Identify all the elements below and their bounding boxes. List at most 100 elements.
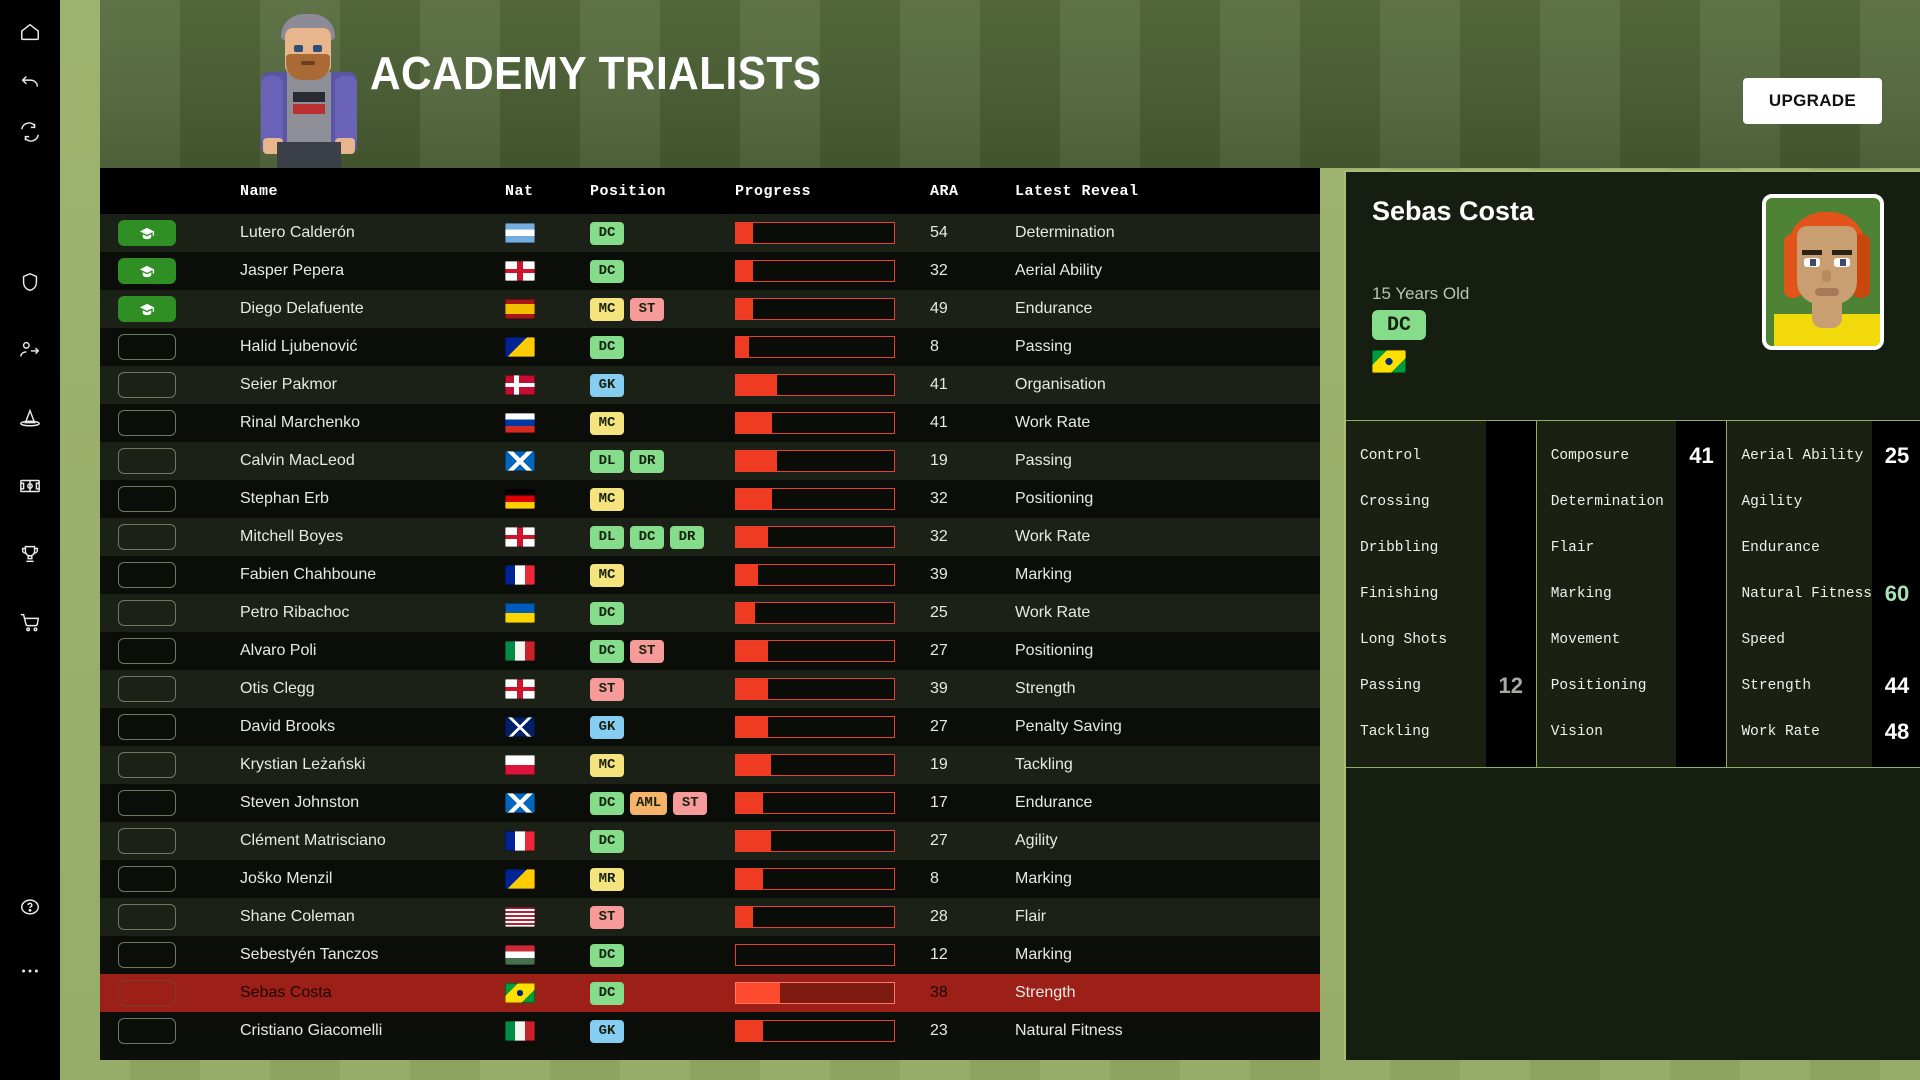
refresh-icon[interactable] [10,112,50,152]
table-row[interactable]: Jasper Pepera DC 32 Aerial Ability [100,252,1320,290]
table-row[interactable]: Petro Ribachoc DC 25 Work Rate [100,594,1320,632]
table-row[interactable]: Seier Pakmor GK 41 Organisation [100,366,1320,404]
progress-bar-fill [736,793,763,813]
table-row[interactable]: Rinal Marchenko MC 41 Work Rate [100,404,1320,442]
attribute-value: 41 [1689,443,1714,468]
position-tag: MC [590,297,624,321]
progress-cell [735,602,930,624]
row-select-checkbox[interactable] [118,334,176,360]
attribute-column-2: Composure Determination Flair Marking Moveme… [1536,421,1728,767]
player-latest-reveal: Penalty Saving [1015,718,1122,735]
position-tag: MC [590,563,624,587]
more-icon[interactable] [10,951,50,991]
progress-cell [735,716,930,738]
progress-bar-fill [736,641,768,661]
player-latest-reveal: Organisation [1015,376,1106,393]
table-row[interactable]: David Brooks GK 27 Penalty Saving [100,708,1320,746]
attribute-value: 12 [1498,673,1523,698]
table-row[interactable]: Halid Ljubenović DC 8 Passing [100,328,1320,366]
table-row[interactable]: Sebas Costa DC 38 Strength [100,974,1320,1012]
progress-bar [735,222,895,244]
home-icon[interactable] [10,12,50,52]
player-ara: 49 [930,300,948,317]
player-positions: MC [590,563,735,587]
progress-bar [735,716,895,738]
table-row[interactable]: Steven Johnston DC AML ST 17 Endurance [100,784,1320,822]
player-name: Mitchell Boyes [240,528,344,545]
player-latest-reveal: Determination [1015,224,1115,241]
table-row[interactable]: Sebestyén Tanczos DC 12 Marking [100,936,1320,974]
table-row[interactable]: Shane Coleman ST 28 Flair [100,898,1320,936]
table-row[interactable]: Calvin MacLeod DL DR 19 Passing [100,442,1320,480]
table-row[interactable]: Krystian Leżański MC 19 Tackling [100,746,1320,784]
row-select-checkbox[interactable] [118,942,176,968]
transfers-icon[interactable] [10,330,50,370]
table-row[interactable]: Otis Clegg ST 39 Strength [100,670,1320,708]
table-row[interactable]: Cristiano Giacomelli GK 23 Natural Fitness [100,1012,1320,1050]
player-nationality [505,755,590,775]
table-row[interactable]: Clément Matrisciano DC 27 Agility [100,822,1320,860]
player-ara: 38 [930,984,948,1001]
player-nationality [505,565,590,585]
table-row[interactable]: Stephan Erb MC 32 Positioning [100,480,1320,518]
player-latest-reveal: Aerial Ability [1015,262,1103,279]
table-row[interactable]: Alvaro Poli DC ST 27 Positioning [100,632,1320,670]
graduation-cap-icon[interactable] [118,296,176,322]
table-row[interactable]: Joško Menzil MR 8 Marking [100,860,1320,898]
row-select-checkbox[interactable] [118,448,176,474]
attribute-value [1676,491,1726,513]
graduation-cap-icon[interactable] [118,258,176,284]
row-select-checkbox[interactable] [118,676,176,702]
row-select-checkbox[interactable] [118,980,176,1006]
row-select-checkbox[interactable] [118,790,176,816]
back-icon[interactable] [10,62,50,102]
player-name: Alvaro Poli [240,642,317,659]
help-icon[interactable] [10,887,50,927]
pitch-icon[interactable] [10,466,50,506]
attribute-value [1872,491,1920,513]
shield-icon[interactable] [10,262,50,302]
row-select-checkbox[interactable] [118,714,176,740]
progress-cell [735,526,930,548]
position-tag: DR [670,525,704,549]
upgrade-button[interactable]: UPGRADE [1742,78,1882,124]
attribute-label: Agility [1741,493,1803,510]
attribute-label: Passing [1360,677,1421,694]
table-row[interactable]: Lutero Calderón DC 54 Determination [100,214,1320,252]
progress-bar [735,982,895,1004]
row-select-checkbox[interactable] [118,372,176,398]
player-positions: DC [590,981,735,1005]
row-select-checkbox[interactable] [118,562,176,588]
graduation-cap-icon[interactable] [118,220,176,246]
trophy-icon[interactable] [10,534,50,574]
attribute-labels: Aerial Ability Agility Endurance Natural Fi… [1727,421,1872,767]
row-select-checkbox[interactable] [118,486,176,512]
flag-icon-hu [505,945,535,965]
row-select-checkbox[interactable] [118,638,176,664]
flag-icon-ar [505,223,535,243]
row-select-checkbox[interactable] [118,410,176,436]
player-name: Steven Johnston [240,794,360,811]
table-row[interactable]: Diego Delafuente MC ST 49 Endurance [100,290,1320,328]
row-select-checkbox[interactable] [118,752,176,778]
player-nationality [505,983,590,1003]
training-icon[interactable] [10,398,50,438]
row-select-checkbox[interactable] [118,828,176,854]
row-select-checkbox[interactable] [118,524,176,550]
attribute-value: 25 [1884,443,1910,468]
player-nationality [505,717,590,737]
table-row[interactable]: Fabien Chahboune MC 39 Marking [100,556,1320,594]
progress-bar-fill [736,375,778,395]
row-select-checkbox[interactable] [118,866,176,892]
row-select-checkbox[interactable] [118,904,176,930]
shop-icon[interactable] [10,602,50,642]
table-row[interactable]: Mitchell Boyes DL DC DR 32 Work Rate [100,518,1320,556]
position-tag: ST [630,297,664,321]
attribute-value [1872,537,1920,559]
flag-icon-de [505,489,535,509]
row-select-checkbox[interactable] [118,1018,176,1044]
left-nav-rail [0,0,60,1080]
progress-bar-fill [736,527,768,547]
row-select-checkbox[interactable] [118,600,176,626]
progress-cell [735,412,930,434]
